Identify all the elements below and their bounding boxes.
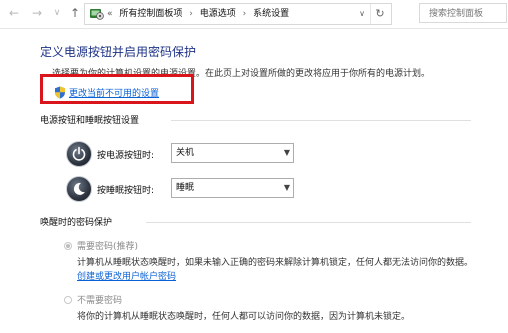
breadcrumb-item-all-control-panel-items[interactable]: 所有控制面板项: [119, 4, 182, 24]
sleep-button-action-value: 睡眠: [176, 183, 195, 193]
password-section-title: 唤醒时的密码保护: [40, 218, 113, 228]
breadcrumb-separator-icon[interactable]: ›: [243, 4, 247, 24]
breadcrumb-separator-icon[interactable]: ›: [189, 4, 193, 24]
chevron-down-icon: ▼: [283, 183, 290, 192]
chevron-down-icon: ▼: [283, 148, 290, 157]
power-button-action-select[interactable]: 关机 ▼: [171, 143, 294, 163]
require-password-description: 计算机从睡眠状态唤醒时，如果未输入正确的密码来解除计算机锁定，任何人都无法访问你…: [77, 258, 474, 268]
no-password-radio[interactable]: [64, 296, 72, 304]
no-password-label: 不需要密码: [77, 296, 123, 306]
power-button-label: 按电源按钮时:: [97, 151, 155, 161]
require-password-radio[interactable]: [64, 242, 72, 250]
sleep-button-label: 按睡眠按钮时:: [97, 186, 155, 196]
power-icon: [66, 141, 92, 167]
forward-button[interactable]: →: [29, 5, 45, 21]
power-buttons-section-title: 电源按钮和睡眠按钮设置: [40, 116, 140, 126]
control-panel-icon: [90, 9, 104, 20]
back-button[interactable]: ←: [6, 5, 22, 21]
breadcrumb-item-system-settings[interactable]: 系统设置: [253, 4, 289, 24]
change-unavailable-settings-link[interactable]: 更改当前不可用的设置: [69, 86, 159, 99]
section-divider: [171, 120, 471, 121]
recent-locations-chevron-icon[interactable]: ∨: [52, 5, 62, 21]
refresh-button[interactable]: ↻: [370, 4, 389, 24]
sleep-button-action-select[interactable]: 睡眠 ▼: [171, 178, 294, 198]
address-bar: ← → ∨ ↑ « 所有控制面板项 › 电源选项 › 系统设置 ∨ ↻ 搜索控制…: [0, 0, 508, 29]
breadcrumb-overflow[interactable]: «: [107, 4, 113, 24]
up-button[interactable]: ↑: [67, 5, 83, 21]
page-title: 定义电源按钮并启用密码保护: [40, 45, 197, 59]
search-input[interactable]: 搜索控制面板: [419, 3, 507, 23]
address-path-box[interactable]: « 所有控制面板项 › 电源选项 › 系统设置 ∨ ↻: [84, 3, 392, 25]
breadcrumb-item-power-options[interactable]: 电源选项: [200, 4, 236, 24]
breadcrumb: « 所有控制面板项 › 电源选项 › 系统设置: [107, 4, 289, 24]
power-button-action-value: 关机: [176, 148, 195, 158]
require-password-label: 需要密码(推荐): [77, 242, 139, 252]
no-password-description: 将你的计算机从睡眠状态唤醒时，任何人都可以访问你的数据，因为计算机未锁定。: [77, 312, 411, 322]
sleep-icon: [66, 176, 92, 202]
address-dropdown-icon[interactable]: ∨: [355, 4, 369, 24]
uac-shield-icon: [55, 86, 65, 99]
section-divider: [146, 222, 471, 223]
create-change-password-link[interactable]: 创建或更改用户帐户密码: [77, 269, 176, 282]
